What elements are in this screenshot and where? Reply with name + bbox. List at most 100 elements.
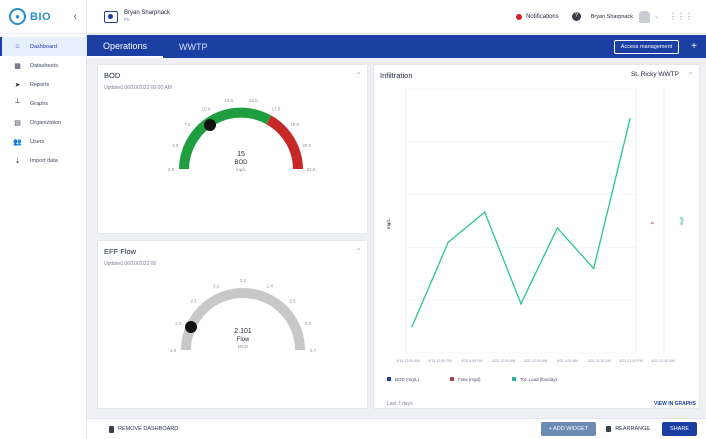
graph-icon: ┴: [15, 100, 20, 107]
gauge-tick-label: 12.0: [224, 98, 233, 103]
sidebar-item-label: Dashboard: [30, 43, 57, 50]
bod-value: 15: [237, 151, 245, 158]
user-subtitle: Plc: [124, 17, 131, 23]
gauge-tick-label: 10.0: [202, 106, 211, 111]
eff-flow-sub: MGD: [238, 344, 249, 349]
tab-wwtp[interactable]: WWTP: [163, 35, 224, 58]
sidebar-item-organization[interactable]: ▤ Organization: [0, 113, 86, 132]
legend-label[interactable]: BOD (mg/L): [395, 377, 420, 382]
sidebar-item-datasheets[interactable]: ▦ Datasheets: [0, 56, 86, 75]
data-point: [447, 241, 450, 243]
legend-label[interactable]: Flow (mgd): [458, 377, 481, 382]
send-icon: ➤: [14, 81, 21, 89]
infiltration-widget: Infiltration St. Ricky WWTP ··· mg/L ft …: [373, 64, 700, 409]
bottom-bar: REMOVE DASHBOARD + ADD WIDGET REARRANGE …: [87, 418, 706, 439]
sidebar-item-import-data[interactable]: ⇣ Import data: [0, 151, 86, 170]
share-button[interactable]: SHARE: [662, 422, 697, 436]
view-in-graphs-link[interactable]: VIEW IN GRAPHS: [654, 401, 697, 407]
logo-row: ● BIO ‹: [0, 0, 86, 34]
data-point: [629, 118, 631, 120]
x-tick-label: 4/19 12:00 AM: [396, 359, 419, 363]
y-axis-label: mg/L: [386, 219, 391, 230]
import-icon: ⇣: [14, 157, 21, 165]
notifications-button[interactable]: Notifications: [516, 13, 559, 20]
legend-swatch: [512, 377, 516, 381]
bod-widget: BOD Updated 06/10/2022 00:00 AM ··· 2.8 4…: [97, 64, 368, 234]
data-point: [556, 227, 559, 229]
sidebar: ● BIO ‹ ⌂ Dashboard ▦ Datasheets ➤ Reports ┴ Gr…: [0, 0, 87, 439]
bod-gauge-green-arc: [179, 107, 272, 170]
gauge-tick-label: 7.5: [184, 122, 191, 127]
add-tab-icon[interactable]: +: [691, 41, 697, 52]
user-icon: [104, 10, 118, 23]
eff-flow-unit: Flow: [237, 337, 250, 343]
gauge-tick-label: 2.7: [310, 348, 317, 353]
gauge-tick-label: 20.0: [302, 143, 311, 148]
right-axis-label-2: mgd: [679, 216, 684, 225]
gauge-tick-label: 2.1: [190, 299, 197, 304]
gauge-tick-label: 2.5: [289, 299, 296, 304]
legend-label[interactable]: Tot. Load (lbs/day): [520, 377, 558, 382]
data-point: [592, 267, 595, 270]
user-info: Bryan Sharpnack Plc: [124, 10, 170, 23]
bod-gauge-needle: [204, 119, 216, 131]
gauge-tick-label: 2.8: [168, 167, 175, 172]
sidebar-item-label: Organization: [30, 119, 62, 126]
collapse-sidebar-icon[interactable]: ‹: [74, 11, 77, 22]
sidebar-item-dashboard[interactable]: ⌂ Dashboard: [0, 37, 86, 56]
last-days-label[interactable]: Last 7 days: [387, 401, 413, 407]
table-icon: ▦: [14, 62, 21, 70]
sidebar-item-graphs[interactable]: ┴ Graphs: [0, 94, 86, 113]
tab-operations[interactable]: Operations: [87, 35, 164, 58]
x-tick-label: 4/21 11:30 AM: [588, 359, 611, 363]
logo-text[interactable]: BIO: [30, 11, 51, 23]
sidebar-item-users[interactable]: 👥 Users: [0, 132, 86, 151]
gauge-tick-label: 2.3: [240, 278, 247, 283]
infiltration-chart: mg/L ft mgd 4/19 12:00 AM 4/19 12:00 PM 4/…: [386, 88, 697, 407]
eff-flow-widget: EFF Flow Updated 06/10/2022 00 ··· 1.9 2.…: [97, 240, 368, 409]
add-widget-button[interactable]: + ADD WIDGET: [540, 422, 597, 436]
sidebar-item-label: Datasheets: [30, 62, 58, 69]
eff-flow-value: 2.101: [234, 328, 252, 335]
trash-icon: [109, 425, 114, 433]
building-icon: ▤: [14, 119, 21, 127]
apps-grid-icon[interactable]: ⋮⋮⋮: [669, 12, 693, 21]
users-icon: 👥: [13, 138, 22, 146]
sidebar-item-reports[interactable]: ➤ Reports: [0, 75, 86, 94]
legend-swatch: [450, 377, 454, 381]
right-axis-label-1: ft: [650, 221, 655, 224]
top-bar: Bryan Sharpnack Plc Notifications ? Brya…: [87, 0, 706, 34]
gauge-tick-label: 2.6: [305, 321, 312, 326]
data-point: [411, 325, 413, 328]
bod-gauge: 2.8 4.8 7.5 10.0 12.0 15.0 17.5 19.0 20.0 22.5 15…: [168, 98, 316, 172]
gauge-tick-label: 2.4: [267, 283, 274, 288]
top-right: Notifications ? Bryan Sharpnack ⌄ ⋮⋮⋮: [516, 10, 706, 23]
sidebar-item-label: Graphs: [30, 100, 49, 107]
gauge-tick-label: 2.0: [175, 321, 182, 326]
x-tick-label: 4/22 12:00 AM: [651, 359, 674, 363]
help-icon[interactable]: ?: [571, 12, 581, 21]
notifications-label: Notifications: [526, 13, 559, 20]
logo-icon[interactable]: ●: [9, 8, 26, 25]
series-line: [411, 118, 631, 327]
x-tick-label: 4/19 12:00 PM: [428, 359, 451, 363]
sidebar-item-label: Import data: [30, 157, 58, 164]
bod-gauge-red-arc: [266, 115, 303, 170]
rearrange-button[interactable]: REARRANGE: [606, 426, 650, 432]
gauge-tick-label: 15.0: [249, 98, 258, 103]
sidebar-nav: ⌂ Dashboard ▦ Datasheets ➤ Reports ┴ Graphs ▤ Org…: [0, 34, 86, 170]
chevron-down-icon[interactable]: ⌄: [654, 13, 659, 20]
gauge-tick-label: 2.2: [213, 283, 220, 288]
lock-icon: [606, 426, 612, 432]
gauge-tick-label: 1.9: [170, 348, 177, 353]
gauge-tick-label: 22.5: [307, 167, 316, 172]
access-management-button[interactable]: Access management: [613, 39, 680, 54]
x-tick-label: 4/21 12:00 AM: [524, 359, 547, 363]
account-name[interactable]: Bryan Sharpnack: [591, 14, 633, 20]
bod-sub: mg/L: [236, 167, 247, 172]
avatar[interactable]: [638, 10, 650, 23]
rearrange-label: REARRANGE: [615, 426, 651, 432]
bod-unit: BOD: [234, 160, 248, 166]
remove-dashboard-button[interactable]: REMOVE DASHBOARD: [109, 425, 178, 433]
gauge-tick-label: 4.8: [172, 143, 179, 148]
